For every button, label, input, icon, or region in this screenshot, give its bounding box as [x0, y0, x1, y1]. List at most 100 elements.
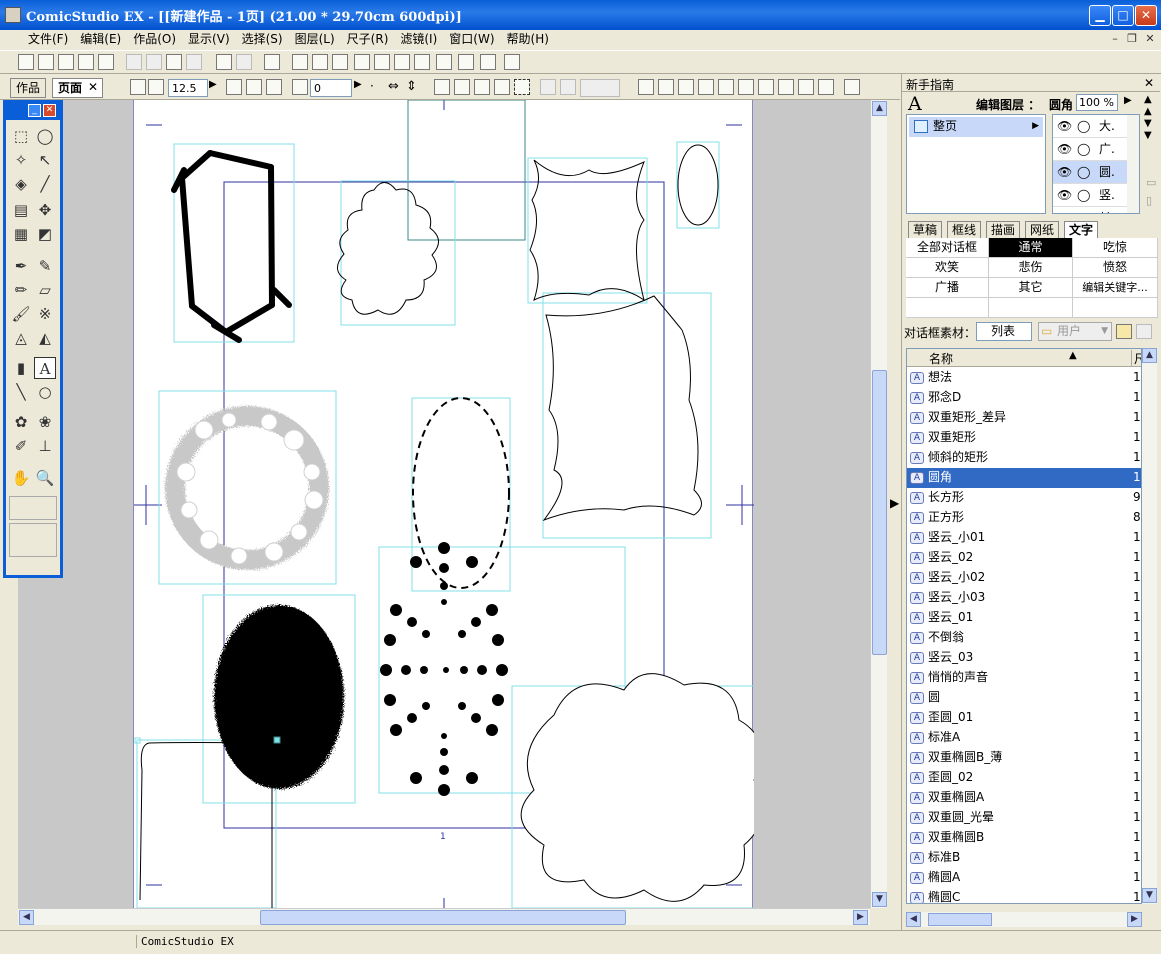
tab-frame[interactable]: 框线: [947, 221, 982, 238]
brush-icon[interactable]: 🖌: [10, 303, 32, 325]
folder-select[interactable]: ▭ 用户 ▼: [1038, 322, 1112, 341]
scroll-up-icon[interactable]: ▲: [872, 101, 887, 116]
edit-keywords[interactable]: 编辑关键字...: [1073, 278, 1158, 298]
ruler-pen-icon[interactable]: ✐: [10, 435, 32, 457]
maximize-button[interactable]: □: [1112, 5, 1134, 26]
cut-icon[interactable]: [126, 54, 142, 70]
text-tool-icon[interactable]: A: [34, 357, 56, 379]
scroll-up-icon[interactable]: ▲: [1142, 348, 1157, 363]
rotate-icon[interactable]: [292, 79, 308, 95]
category-broadcast[interactable]: 广播: [906, 278, 989, 298]
category-angry[interactable]: 愤怒: [1073, 258, 1158, 278]
redo-icon[interactable]: [236, 54, 252, 70]
material-row[interactable]: A 椭圆C 1: [907, 888, 1141, 903]
mdi-restore-button[interactable]: ❐: [1125, 32, 1139, 46]
undo-icon[interactable]: [216, 54, 232, 70]
save-icon[interactable]: [78, 54, 94, 70]
sort-asc-icon[interactable]: ▲: [1069, 350, 1077, 361]
rotate-page-icon[interactable]: [246, 79, 262, 95]
perspective-icon[interactable]: [778, 79, 794, 95]
material-scrollbar[interactable]: ▲ ▼: [1142, 348, 1157, 904]
material-row[interactable]: A 标准B 1: [907, 848, 1141, 868]
column-size[interactable]: 尺: [1131, 350, 1141, 367]
zoom-tool-icon[interactable]: [494, 79, 510, 95]
layer-order-icons[interactable]: ▲ ▲ ▼ ▼: [1144, 94, 1152, 142]
material-row[interactable]: A 双重圆_光晕 1: [907, 808, 1141, 828]
scroll-left-icon[interactable]: ◀: [19, 910, 34, 925]
menu-filter[interactable]: 滤镜(I): [394, 30, 443, 48]
material-row[interactable]: A 想法 1: [907, 368, 1141, 388]
material-row[interactable]: A 悄悄的声音 1: [907, 668, 1141, 688]
fill-icon[interactable]: ◬: [10, 327, 32, 349]
hash-icon[interactable]: [798, 79, 814, 95]
close-button[interactable]: ✕: [1135, 5, 1157, 26]
dot-icon[interactable]: ·: [370, 79, 386, 95]
menu-work[interactable]: 作品(O): [127, 30, 182, 48]
pattern-icon[interactable]: ◭: [34, 327, 56, 349]
category-all[interactable]: 全部对话框: [906, 238, 989, 258]
material-row[interactable]: A 长方形 9: [907, 488, 1141, 508]
window-icon[interactable]: [354, 54, 370, 70]
app-icon[interactable]: [5, 7, 21, 23]
menu-window[interactable]: 窗口(W): [443, 30, 500, 48]
eye-icon[interactable]: 👁: [1057, 115, 1072, 137]
menu-edit[interactable]: 编辑(E): [74, 30, 127, 48]
layer-tool-icons[interactable]: ▭ ▯: [1146, 174, 1156, 210]
menu-ruler[interactable]: 尺子(R): [341, 30, 395, 48]
material-hscrollbar[interactable]: ◀ ▶: [906, 912, 1142, 927]
palette-min-icon[interactable]: _: [28, 104, 41, 117]
menu-select[interactable]: 选择(S): [236, 30, 289, 48]
mdi-close-button[interactable]: ✕: [1143, 32, 1157, 46]
material-row[interactable]: A 倾斜的矩形 1: [907, 448, 1141, 468]
sync-icon[interactable]: [504, 54, 520, 70]
layer-row[interactable]: 长: [1053, 207, 1127, 213]
gear-icon[interactable]: [698, 79, 714, 95]
menu-help[interactable]: 帮助(H): [501, 30, 555, 48]
material-row[interactable]: A 竖云_小03 1: [907, 588, 1141, 608]
hatch-icon[interactable]: [758, 79, 774, 95]
object-select-icon[interactable]: ↖: [34, 149, 56, 171]
eraser-icon[interactable]: ▱: [34, 279, 56, 301]
eye-icon[interactable]: 👁: [1057, 184, 1072, 206]
save-all-icon[interactable]: [98, 54, 114, 70]
layout-icon-2[interactable]: [312, 54, 328, 70]
tab-close-icon[interactable]: ✕: [88, 79, 98, 96]
ellipse-icon[interactable]: ○: [34, 381, 56, 403]
tab-drawing[interactable]: 描画: [986, 221, 1021, 238]
rotate-arrow-icon[interactable]: ▶: [354, 79, 370, 95]
layer-row[interactable]: 👁 ◯ 大.: [1053, 115, 1127, 138]
tab-text[interactable]: 文字: [1064, 221, 1099, 238]
material-row[interactable]: A 圆角 1: [907, 468, 1141, 488]
zoom-icon[interactable]: 🔍: [34, 467, 56, 489]
flip-icon[interactable]: [226, 79, 242, 95]
airbrush-icon[interactable]: ※: [34, 303, 56, 325]
category-surprise[interactable]: 吃惊: [1073, 238, 1158, 258]
magic-wand-icon[interactable]: ✧: [10, 149, 32, 171]
column-name[interactable]: 名称: [929, 350, 953, 367]
tab-draft[interactable]: 草稿: [908, 221, 943, 238]
material-row[interactable]: A 邪念D 1: [907, 388, 1141, 408]
ruler-icon[interactable]: [434, 79, 450, 95]
material-row[interactable]: A 正方形 8: [907, 508, 1141, 528]
cube-icon[interactable]: [678, 79, 694, 95]
transform-icon[interactable]: [474, 79, 490, 95]
angle-icon[interactable]: [658, 79, 674, 95]
palette-header[interactable]: _ ✕: [6, 103, 60, 120]
eyedropper-icon[interactable]: ╱: [34, 173, 56, 195]
material-row[interactable]: A 双重椭圆A 1: [907, 788, 1141, 808]
pen-tool-icon[interactable]: ✒: [10, 255, 32, 277]
material-row[interactable]: A 不倒翁 1: [907, 628, 1141, 648]
layout-icon-3[interactable]: [332, 54, 348, 70]
layer-row-selected[interactable]: 👁 ◯ 圆.: [1053, 161, 1127, 184]
panel-toggle-icon[interactable]: [844, 79, 860, 95]
layout-icon-1[interactable]: [292, 54, 308, 70]
material-row[interactable]: A圆 1: [907, 688, 1141, 708]
opacity-arrow-icon[interactable]: ▶: [1124, 95, 1132, 106]
scroll-right-icon[interactable]: ▶: [853, 910, 868, 925]
material-row[interactable]: A 双重椭圆B_薄 1: [907, 748, 1141, 768]
menu-file[interactable]: 文件(F): [0, 30, 74, 48]
mdi-minimize-button[interactable]: –: [1108, 32, 1122, 46]
material-row[interactable]: A 竖云_小02 1: [907, 568, 1141, 588]
layer-folder-list[interactable]: 整页 ▶: [906, 114, 1046, 214]
material-row[interactable]: A 歪圆_02 1: [907, 768, 1141, 788]
